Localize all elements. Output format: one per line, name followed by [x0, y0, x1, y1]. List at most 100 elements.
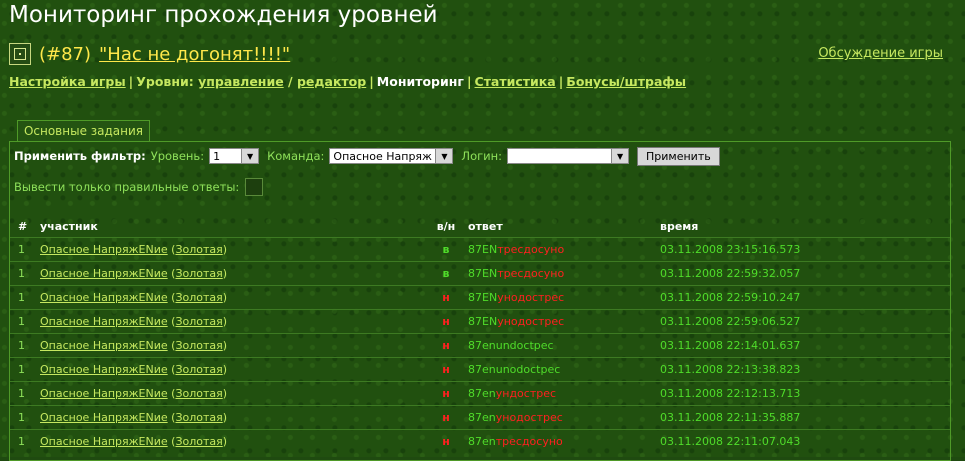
row-num: 1 — [18, 242, 25, 256]
group-link[interactable]: Золотая — [175, 363, 222, 376]
answer-correct-part: 87en — [468, 386, 496, 400]
chevron-down-icon: ▼ — [241, 149, 259, 163]
tab-main-tasks[interactable]: Основные задания — [17, 120, 150, 141]
team-link[interactable]: Опасное НапряжЕNие — [40, 291, 168, 304]
filter-label: Применить фильтр: — [14, 149, 146, 163]
table-row: 1 Опасное НапряжЕNие (Золотая) н 87enundoct… — [10, 333, 950, 357]
table-row: 1 Опасное НапряжЕNие (Золотая) н 87en тресдо… — [10, 429, 950, 453]
row-num: 1 — [18, 386, 25, 400]
answer-correct-part: 87en — [468, 434, 496, 448]
team-link[interactable]: Опасное НапряжЕNие — [40, 363, 168, 376]
table-row: 1 Опасное НапряжЕNие (Золотая) н 87en унодос… — [10, 405, 950, 429]
answer-correct-part: 87EN — [468, 314, 498, 328]
team-link[interactable]: Опасное НапряжЕNие — [40, 267, 168, 280]
answer-time: 03.11.2008 22:59:06.527 — [660, 314, 801, 328]
login-select[interactable]: ▼ — [507, 148, 630, 164]
correct-flag: н — [442, 314, 450, 328]
correct-flag: в — [442, 266, 450, 280]
table-row: 1 Опасное НапряжЕNие (Золотая) н 87EN унодос… — [10, 309, 950, 333]
correct-flag: н — [442, 434, 450, 448]
answer-time: 03.11.2008 22:11:07.043 — [660, 434, 801, 448]
team-select[interactable]: Опасное Напряж ▼ — [329, 148, 454, 164]
group-link[interactable]: Золотая — [175, 387, 222, 400]
game-name-link[interactable]: "Нас не догонят!!!!" — [99, 44, 290, 65]
team-link[interactable]: Опасное НапряжЕNие — [40, 435, 168, 448]
group-link[interactable]: Золотая — [175, 243, 222, 256]
answer-time: 03.11.2008 22:12:13.713 — [660, 386, 801, 400]
header-time: время — [660, 219, 699, 233]
row-num: 1 — [18, 314, 25, 328]
answer-correct-part: 87EN — [468, 266, 498, 280]
group-link[interactable]: Золотая — [175, 411, 222, 424]
answer-time: 03.11.2008 22:14:01.637 — [660, 338, 801, 352]
answer-correct-part: 87EN — [468, 242, 498, 256]
row-num: 1 — [18, 290, 25, 304]
table-header: # участник в/н ответ время — [10, 215, 950, 237]
correct-flag: в — [442, 242, 450, 256]
filter-row: Применить фильтр: Уровень: 1 ▼ Команда: О… — [14, 146, 720, 166]
correct-flag: н — [442, 410, 450, 424]
table-row: 1 Опасное НапряжЕNие (Золотая) н 87enunodoc… — [10, 357, 950, 381]
answer-wrong-part: тресдосуно — [497, 266, 565, 280]
chevron-down-icon: ▼ — [611, 149, 629, 163]
correct-flag: н — [442, 338, 450, 352]
team-link[interactable]: Опасное НапряжЕNие — [40, 411, 168, 424]
level-select[interactable]: 1 ▼ — [209, 148, 260, 164]
correct-flag: н — [442, 386, 450, 400]
answer-wrong-part: унодострес — [497, 314, 565, 328]
nav-editor[interactable]: редактор — [297, 74, 366, 89]
row-num: 1 — [18, 362, 25, 376]
group-link[interactable]: Золотая — [175, 267, 222, 280]
game-header: (#87) "Нас не догонят!!!!" — [9, 42, 290, 66]
team-link[interactable]: Опасное НапряжЕNие — [40, 387, 168, 400]
table-row: 1 Опасное НапряжЕNие (Золотая) н 87en ундост… — [10, 381, 950, 405]
answer-time: 03.11.2008 22:13:38.823 — [660, 362, 801, 376]
group-link[interactable]: Золотая — [175, 315, 222, 328]
nav-bonuses[interactable]: Бонусы/штрафы — [566, 74, 686, 89]
nav-settings[interactable]: Настройка игры — [9, 74, 126, 89]
nav-levels-label: Уровни: — [136, 74, 194, 89]
header-answer: ответ — [468, 219, 503, 233]
apply-button[interactable]: Применить — [637, 146, 720, 166]
team-link[interactable]: Опасное НапряжЕNие — [40, 315, 168, 328]
group-link[interactable]: Золотая — [175, 339, 222, 352]
team-label: Команда: — [267, 149, 325, 163]
nav-manage[interactable]: управление — [198, 74, 284, 89]
row-num: 1 — [18, 410, 25, 424]
game-name: "Нас не догонят!!!!" — [99, 44, 290, 65]
only-correct-row: Вывести только правильные ответы: — [14, 178, 264, 196]
nav-bar: Настройка игры | Уровни: управление / реда… — [9, 74, 687, 89]
login-label: Логин: — [461, 149, 503, 163]
team-link[interactable]: Опасное НапряжЕNие — [40, 243, 168, 256]
group-link[interactable]: Золотая — [175, 291, 222, 304]
group-link[interactable]: Золотая — [175, 435, 222, 448]
answer-time: 03.11.2008 22:11:35.887 — [660, 410, 801, 424]
correct-flag: н — [442, 362, 450, 376]
row-num: 1 — [18, 338, 25, 352]
correct-flag: н — [442, 290, 450, 304]
answer-wrong-part: ундострес — [495, 386, 557, 400]
level-label: Уровень: — [150, 149, 205, 163]
only-correct-checkbox[interactable] — [245, 178, 264, 196]
answer-correct-part: 87enundoctpec — [468, 338, 554, 352]
row-num: 1 — [18, 434, 25, 448]
header-participant: участник — [40, 219, 98, 233]
chevron-down-icon: ▼ — [435, 149, 453, 163]
header-num: # — [18, 219, 28, 233]
answer-correct-part: 87EN — [468, 290, 498, 304]
nav-statistics[interactable]: Статистика — [475, 74, 556, 89]
answer-time: 03.11.2008 22:59:10.247 — [660, 290, 801, 304]
answer-correct-part: 87en — [468, 410, 496, 424]
answer-wrong-part: унодострес — [495, 410, 563, 424]
table-row: 1 Опасное НапряжЕNие (Золотая) в 87EN тресдо… — [10, 261, 950, 285]
discussion-link[interactable]: Обсуждение игры — [818, 46, 943, 61]
answer-wrong-part: унодострес — [497, 290, 565, 304]
only-correct-label: Вывести только правильные ответы: — [14, 180, 240, 194]
answer-correct-part: 87enunodoctpec — [468, 362, 561, 376]
team-link[interactable]: Опасное НапряжЕNие — [40, 339, 168, 352]
answer-wrong-part: тресдосуно — [497, 242, 565, 256]
row-num: 1 — [18, 266, 25, 280]
game-number: (#87) — [39, 43, 92, 65]
page: Мониторинг прохождения уровней (#87) "На… — [0, 0, 965, 461]
game-icon — [9, 43, 31, 65]
